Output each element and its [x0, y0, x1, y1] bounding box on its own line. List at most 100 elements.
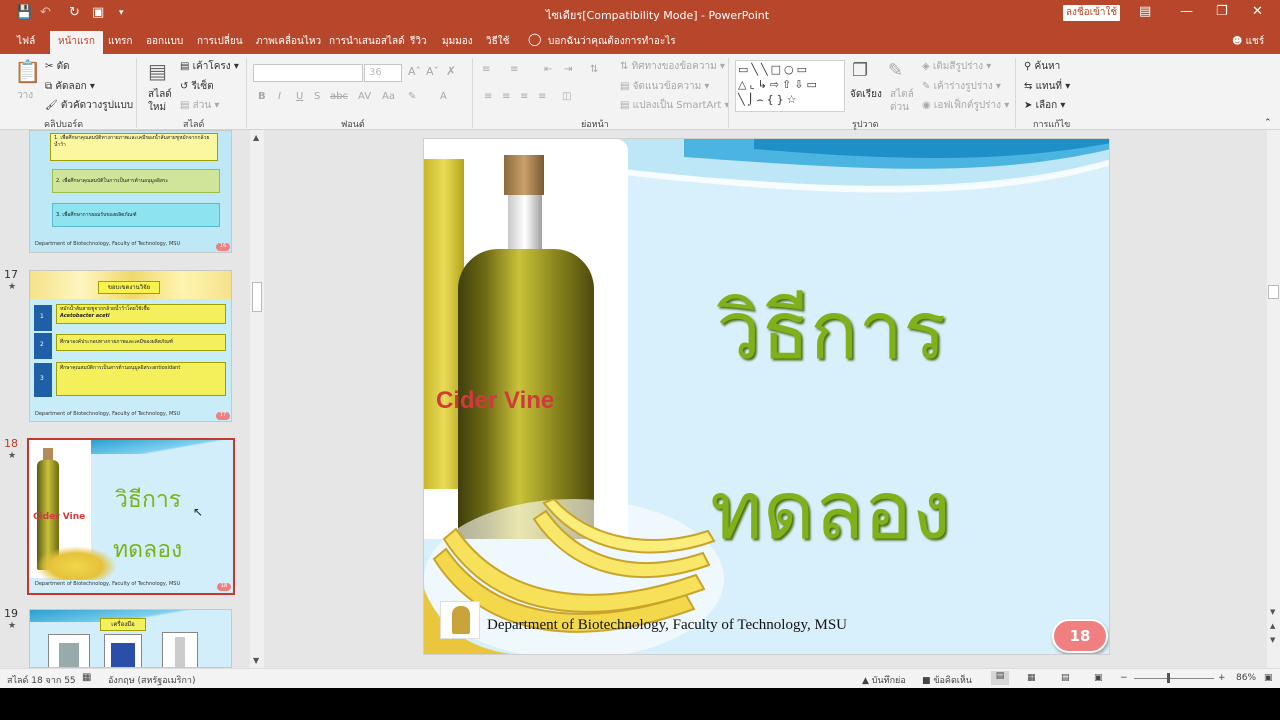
customize-qa-icon[interactable]: ▾	[119, 8, 124, 18]
scroll-thumb[interactable]	[252, 282, 262, 312]
normal-view-icon[interactable]: ▤	[991, 671, 1009, 685]
align-left-icon[interactable]: ≡	[484, 91, 492, 102]
restore-icon[interactable]: ❐	[1216, 4, 1228, 19]
font-name-input[interactable]	[253, 64, 363, 82]
zoom-out-icon[interactable]: −	[1120, 673, 1128, 683]
justify-icon[interactable]: ≡	[538, 91, 546, 102]
next-slide-icon[interactable]: ▼	[1270, 636, 1275, 644]
scroll-down-icon[interactable]: ▼	[253, 656, 259, 665]
tab-design[interactable]: ออกแบบ	[146, 34, 183, 49]
slide-sorter-icon[interactable]: ▦	[1027, 673, 1036, 683]
fit-slide-icon[interactable]: ▣	[1264, 673, 1273, 683]
comments-button[interactable]: ■ ข้อคิดเห็น	[922, 673, 972, 687]
notes-button[interactable]: ▲ บันทึกย่อ	[862, 673, 906, 687]
shape-fill-button[interactable]: ◈ เติมสีรูปร่าง ▾	[922, 59, 991, 74]
tab-home[interactable]: หน้าแรก	[50, 31, 103, 54]
minimize-icon[interactable]: —	[1180, 4, 1193, 19]
tell-me-input[interactable]: บอกฉันว่าคุณต้องการทำอะไร	[548, 34, 676, 49]
format-painter-button[interactable]: 🖌 ตัวคัดวางรูปแบบ	[45, 98, 133, 113]
zoom-level[interactable]: 86%	[1236, 673, 1256, 683]
layout-button[interactable]: ▤ เค้าโครง ▾	[180, 59, 239, 74]
scroll-thumb[interactable]	[1268, 285, 1279, 299]
zoom-slider-thumb[interactable]	[1167, 673, 1170, 683]
increase-indent-icon[interactable]: ⇥	[564, 64, 572, 75]
bold-icon[interactable]: B	[258, 91, 266, 102]
thumbnail-slide-16[interactable]: 1. เพื่อศึกษาคุณสมบัติทางกายภาพและเคมีขอ…	[29, 130, 232, 253]
slide-title[interactable]: วิธีการ	[716, 267, 946, 394]
select-button[interactable]: ➤ เลือก ▾	[1024, 98, 1065, 113]
arrange-icon[interactable]: ❐	[852, 60, 868, 81]
tab-view[interactable]: มุมมอง	[442, 34, 473, 49]
slide-18[interactable]: Cider Vine วิธีการ ทดลอง Department of B…	[423, 138, 1110, 655]
new-slide-icon[interactable]: ▤	[148, 59, 167, 83]
signin-button[interactable]: ลงชื่อเข้าใช้	[1063, 5, 1120, 21]
font-color-icon[interactable]: A	[440, 91, 447, 102]
line-spacing-icon[interactable]: ⇅	[590, 64, 598, 75]
new-slide-label-2[interactable]: ใหม่	[148, 100, 166, 115]
slide-footer[interactable]: Department of Biotechnology, Faculty of …	[487, 617, 847, 634]
numbering-icon[interactable]: ≡	[510, 64, 518, 75]
share-button[interactable]: ☻ แชร์	[1232, 34, 1264, 49]
bullets-icon[interactable]: ≡	[482, 64, 490, 75]
zoom-in-icon[interactable]: +	[1218, 673, 1226, 683]
highlight-icon[interactable]: ✎	[408, 91, 416, 102]
replace-button[interactable]: ⇆ แทนที่ ▾	[1024, 79, 1070, 94]
tab-review[interactable]: รีวิว	[410, 34, 427, 49]
change-case-icon[interactable]: Aa	[382, 91, 395, 102]
shapes-gallery[interactable]: ▭╲╲□○▭ △⌞↳⇨⇧⇩▭ ╲⌡⌢{}☆	[735, 60, 845, 112]
redo-icon[interactable]: ↻	[69, 5, 80, 20]
close-icon[interactable]: ✕	[1252, 4, 1263, 19]
shape-outline-button[interactable]: ✎ เค้าร่างรูปร่าง ▾	[922, 79, 1001, 94]
align-center-icon[interactable]: ≡	[502, 91, 510, 102]
smartart-button[interactable]: ▤ แปลงเป็น SmartArt ▾	[620, 98, 730, 113]
save-icon[interactable]: 💾	[16, 5, 32, 20]
reading-view-icon[interactable]: ▤	[1061, 673, 1070, 683]
tab-insert[interactable]: แทรก	[108, 34, 132, 49]
collapse-ribbon-icon[interactable]: ⌃	[1264, 118, 1272, 128]
find-button[interactable]: ⚲ ค้นหา	[1024, 59, 1060, 74]
thumbnail-slide-17[interactable]: ขอบเขตงานวิจัย 1 2 3 หมักน้ำส้มสายชูจากก…	[29, 270, 232, 422]
paste-icon[interactable]: 📋	[14, 60, 41, 85]
thumbnail-slide-19[interactable]: เครื่องมือ	[29, 609, 232, 668]
quick-styles-label-2[interactable]: ด่วน	[890, 100, 909, 115]
text-direction-button[interactable]: ⇅ ทิศทางของข้อความ ▾	[620, 59, 725, 74]
copy-button[interactable]: ⧉ คัดลอก ▾	[45, 79, 95, 94]
section-button[interactable]: ▤ ส่วน ▾	[180, 98, 219, 113]
cut-button[interactable]: ✂ ตัด	[45, 59, 70, 74]
tab-file[interactable]: ไฟล์	[17, 34, 35, 49]
italic-icon[interactable]: I	[278, 91, 281, 102]
tab-help[interactable]: วิธีใช้	[486, 34, 509, 49]
language-label[interactable]: อังกฤษ (สหรัฐอเมริกา)	[108, 673, 196, 687]
strikethrough-icon[interactable]: abc	[330, 91, 348, 102]
reset-button[interactable]: ↺ รีเซ็ต	[180, 79, 214, 94]
shrink-font-icon[interactable]: Aˇ	[426, 65, 439, 78]
thumbnail-scrollbar[interactable]: ▲ ▼	[250, 130, 264, 668]
underline-icon[interactable]: U	[296, 91, 303, 102]
clear-format-icon[interactable]: ✗	[446, 64, 456, 78]
paste-label[interactable]: วาง	[17, 88, 33, 103]
grow-font-icon[interactable]: Aˆ	[408, 65, 421, 78]
shadow-icon[interactable]: S	[314, 91, 320, 102]
present-icon[interactable]: ▣	[92, 5, 104, 20]
font-size-input[interactable]: 36	[364, 64, 402, 82]
align-text-button[interactable]: ▤ จัดแนวข้อความ ▾	[620, 79, 709, 94]
tab-slideshow[interactable]: การนำเสนอสไลด์	[329, 34, 405, 49]
shape-effects-button[interactable]: ◉ เอฟเฟ็กต์รูปร่าง ▾	[922, 98, 1009, 113]
quick-styles-icon[interactable]: ✎	[888, 60, 903, 81]
ribbon-display-icon[interactable]: ▤	[1139, 4, 1151, 19]
decrease-indent-icon[interactable]: ⇤	[544, 64, 552, 75]
prev-slide-icon[interactable]: ▲	[1270, 622, 1275, 630]
canvas-scrollbar[interactable]: ▼ ▲ ▼	[1267, 130, 1280, 668]
tab-animations[interactable]: ภาพเคลื่อนไหว	[256, 34, 321, 49]
align-right-icon[interactable]: ≡	[520, 91, 528, 102]
scroll-down-icon[interactable]: ▼	[1270, 608, 1275, 616]
undo-icon[interactable]: ↶	[40, 5, 51, 20]
zoom-slider[interactable]	[1134, 673, 1214, 683]
slide-subtitle[interactable]: ทดลอง	[710, 447, 951, 574]
spelling-icon[interactable]: ▦	[82, 672, 91, 683]
tab-transitions[interactable]: การเปลี่ยน	[197, 34, 243, 49]
columns-icon[interactable]: ◫	[562, 91, 571, 102]
arrange-label[interactable]: จัดเรียง	[850, 87, 882, 102]
char-spacing-icon[interactable]: AV	[358, 91, 371, 102]
thumbnail-slide-18[interactable]: Cider Vine วิธีการ ทดลอง Department of B…	[27, 438, 235, 595]
